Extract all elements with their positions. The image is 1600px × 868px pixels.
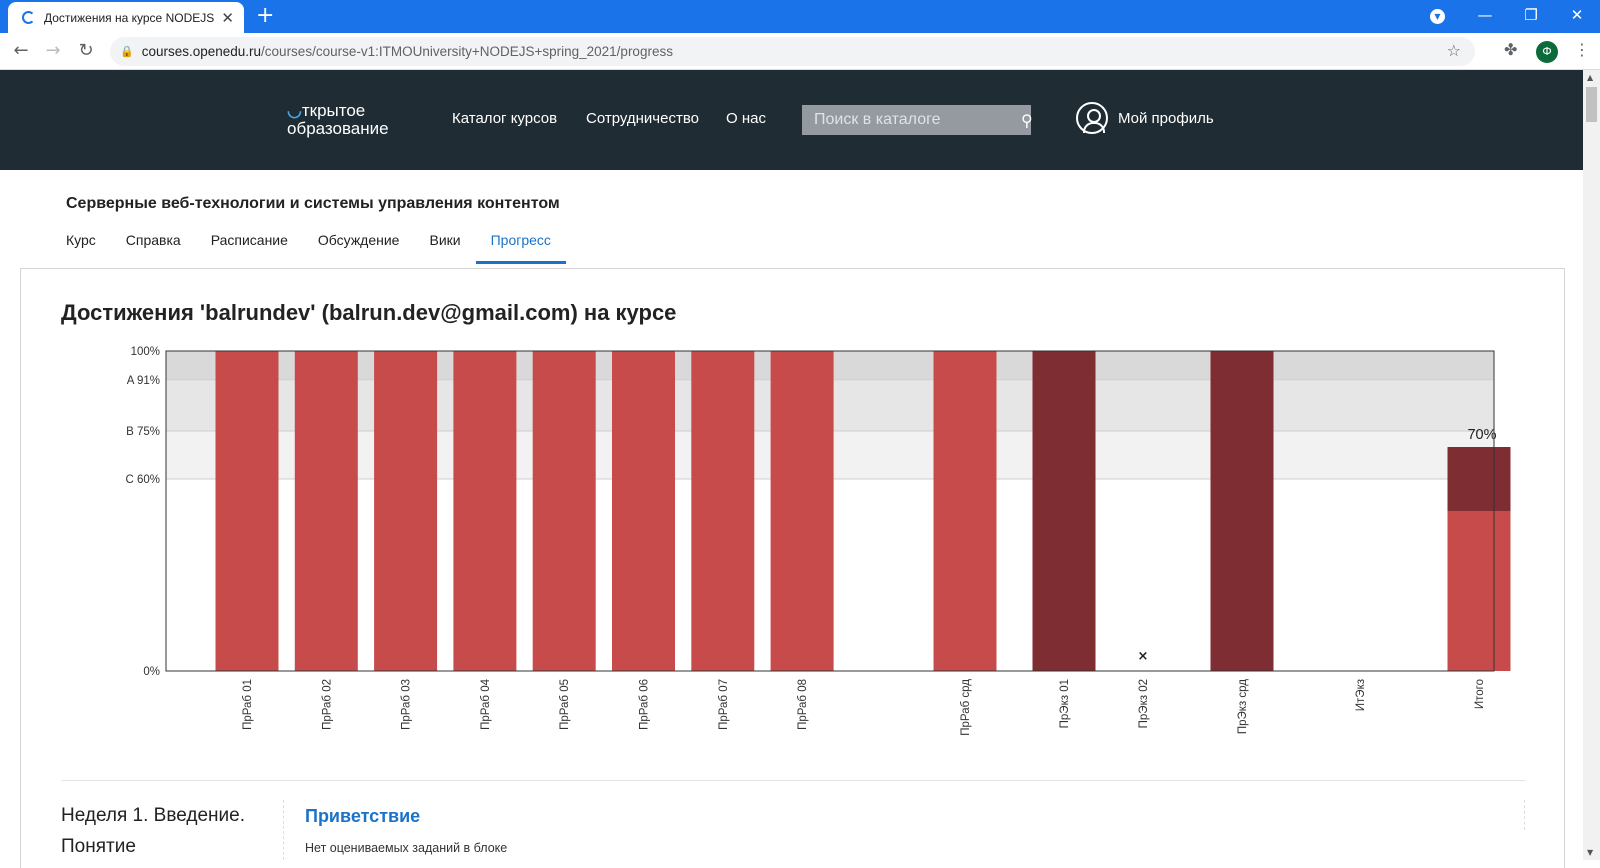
y-tick-label: 0%	[143, 666, 160, 678]
tab-wiki[interactable]: Вики	[429, 232, 460, 262]
loading-icon	[22, 11, 35, 24]
x-tick-label: ПрРаб 02	[321, 679, 333, 730]
week-title: Неделя 1. Введение. Понятие	[61, 805, 245, 857]
section-divider	[61, 780, 1526, 781]
bar	[532, 351, 596, 671]
bar-total-segment	[1447, 447, 1511, 511]
scroll-up-icon[interactable]: ▲	[1587, 73, 1593, 82]
column-separator	[283, 800, 284, 860]
reload-icon[interactable]: ↻	[74, 39, 98, 63]
bar	[770, 351, 834, 671]
column-separator-right	[1524, 800, 1525, 830]
x-tick-label: ИтЭкз	[1355, 679, 1367, 711]
bar	[374, 351, 438, 671]
section-title-link[interactable]: Приветствие	[305, 806, 420, 827]
scrollbar-thumb[interactable]	[1586, 87, 1597, 122]
logo-line2: образование	[287, 119, 389, 138]
data-label: 70%	[1467, 427, 1496, 443]
y-tick-label: C 60%	[125, 474, 160, 486]
search-icon[interactable]: ⚲	[1021, 111, 1033, 130]
x-tick-label: ПрРаб 04	[480, 678, 492, 730]
browser-toolbar: ← → ↻ 🔒 courses.openedu.ru/courses/cours…	[0, 33, 1600, 70]
page-title: Достижения 'balrundev' (balrun.dev@gmail…	[61, 300, 677, 325]
logo-line1: ткрытое	[301, 101, 366, 120]
bar	[294, 351, 358, 671]
forward-icon[interactable]: →	[41, 39, 65, 63]
x-tick-label: ПрРаб 01	[242, 679, 254, 730]
x-tick-label: ПрЭкз 01	[1059, 679, 1071, 728]
bookmark-star-icon[interactable]: ☆	[1447, 41, 1461, 60]
course-title: Серверные веб-технологии и системы управ…	[66, 195, 560, 212]
y-tick-label: B 75%	[126, 426, 160, 438]
browser-menu-icon[interactable]: ⋮	[1574, 40, 1590, 59]
y-tick-label: A 91%	[127, 375, 160, 387]
nav-catalog[interactable]: Каталог курсов	[452, 110, 557, 127]
dropped-marker: ×	[1138, 649, 1149, 664]
bar	[453, 351, 517, 671]
url-host: courses.openedu.ru	[141, 44, 262, 59]
catalog-search-input[interactable]	[802, 105, 1021, 135]
scroll-down-icon[interactable]: ▼	[1587, 848, 1593, 857]
tab-help[interactable]: Справка	[126, 232, 181, 262]
section-note: Нет оцениваемых заданий в блоке	[305, 841, 508, 855]
my-profile-link[interactable]: Мой профиль	[1076, 102, 1214, 134]
url-path: /courses/course-v1:ITMOUniversity+NODEJS…	[261, 44, 673, 59]
tab-search-icon[interactable]: ▼	[1430, 9, 1445, 24]
x-tick-label: ПрЭкз срд	[1237, 679, 1249, 734]
bar	[1210, 351, 1274, 671]
new-tab-icon[interactable]: +	[256, 3, 274, 29]
x-tick-label: ПрРаб 07	[718, 679, 730, 730]
site-header: ◡ткрытое образование Каталог курсов Сотр…	[0, 70, 1583, 170]
x-tick-label: ПрРаб 06	[639, 679, 651, 730]
minimize-icon[interactable]: —	[1462, 0, 1508, 33]
tab-progress[interactable]: Прогресс	[475, 232, 567, 264]
lock-icon[interactable]: 🔒	[120, 45, 134, 58]
extensions-icon[interactable]: ✤	[1504, 40, 1517, 59]
logo-mark-icon: ◡	[287, 101, 302, 120]
browser-tab[interactable]: Достижения на курсе NODEJS | ✕	[8, 2, 244, 33]
progress-chart: 100% A 91% B 75% C 60% 0% ПрРаб 01 ПрРаб 02 ПрР…	[125, 346, 1511, 736]
x-tick-label: ПрРаб 05	[559, 679, 571, 730]
nav-about[interactable]: О нас	[726, 110, 766, 127]
url-text: courses.openedu.ru/courses/course-v1:ITM…	[142, 44, 673, 59]
browser-profile-avatar[interactable]: Ф	[1536, 41, 1558, 63]
x-tick-label: ПрРаб 08	[797, 679, 809, 730]
course-tabs: Курс Справка Расписание Обсуждение Вики …	[66, 232, 581, 264]
x-tick-label: ПрРаб срд	[960, 679, 972, 736]
tab-title: Достижения на курсе NODEJS |	[44, 10, 216, 25]
restore-icon[interactable]: ❐	[1508, 0, 1554, 33]
tab-course[interactable]: Курс	[66, 232, 96, 262]
address-bar[interactable]: 🔒 courses.openedu.ru/courses/course-v1:I…	[110, 37, 1475, 66]
user-icon	[1076, 102, 1108, 134]
x-tick-label: Итого	[1474, 679, 1486, 709]
bar	[933, 351, 997, 671]
x-tick-label: ПрРаб 03	[401, 679, 413, 730]
my-profile-label: Мой профиль	[1118, 109, 1214, 127]
close-window-icon[interactable]: ✕	[1554, 0, 1600, 33]
tab-schedule[interactable]: Расписание	[211, 232, 288, 262]
bar	[215, 351, 279, 671]
catalog-search: ⚲	[802, 105, 1033, 135]
site-logo[interactable]: ◡ткрытое образование	[287, 102, 389, 138]
tab-discussion[interactable]: Обсуждение	[318, 232, 400, 262]
close-tab-icon[interactable]: ✕	[221, 9, 234, 27]
x-tick-label: ПрЭкз 02	[1138, 679, 1150, 728]
y-tick-label: 100%	[131, 346, 160, 358]
browser-tabbar: Достижения на курсе NODEJS | ✕ + ▼ — ❐ ✕	[0, 0, 1600, 33]
bar	[1032, 351, 1096, 671]
bar	[612, 351, 675, 671]
page-scrollbar[interactable]: ▲ ▼	[1583, 70, 1600, 860]
back-icon[interactable]: ←	[9, 39, 33, 63]
nav-cooperation[interactable]: Сотрудничество	[586, 110, 699, 127]
bar-total-segment	[1447, 511, 1511, 671]
bar	[691, 351, 755, 671]
